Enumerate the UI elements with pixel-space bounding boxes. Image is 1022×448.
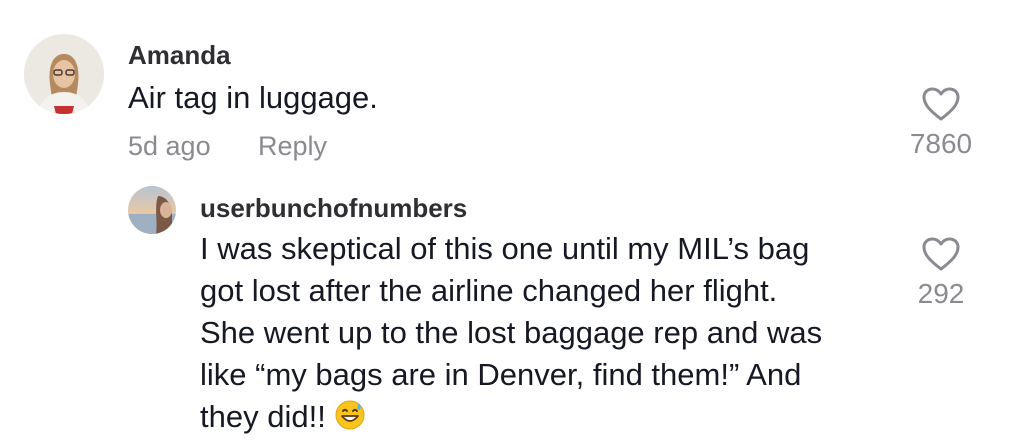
avatar-image (24, 34, 104, 114)
comment-text: Air tag in luggage. (128, 80, 378, 115)
comment-text-line: got lost after the airline changed her f… (200, 273, 778, 308)
like-count: 292 (917, 278, 965, 309)
like-button[interactable]: 292 (896, 236, 986, 310)
avatar-image (128, 186, 176, 234)
heart-icon (922, 87, 960, 121)
comment-text: I was skeptical of this one until my MIL… (200, 228, 900, 438)
comment-text-line: She went up to the lost baggage rep and … (200, 315, 823, 350)
comment-text-line: like “my bags are in Denver, find them!”… (200, 357, 802, 392)
avatar[interactable] (24, 34, 104, 114)
comment-text-line: they did!! (200, 396, 900, 438)
like-button[interactable]: 7860 (896, 86, 986, 160)
grinning-face-with-sweat-icon (335, 400, 365, 430)
heart-icon (922, 237, 960, 271)
avatar[interactable] (128, 186, 176, 234)
comment-username[interactable]: Amanda (128, 40, 231, 71)
comment-age: 5d ago (128, 131, 211, 161)
reply-button[interactable]: Reply (258, 131, 327, 162)
comment-text-line: I was skeptical of this one until my MIL… (200, 231, 810, 266)
like-count: 7860 (909, 128, 973, 159)
comment-username[interactable]: userbunchofnumbers (200, 193, 467, 224)
comment-text-segment: they did!! (200, 399, 326, 434)
